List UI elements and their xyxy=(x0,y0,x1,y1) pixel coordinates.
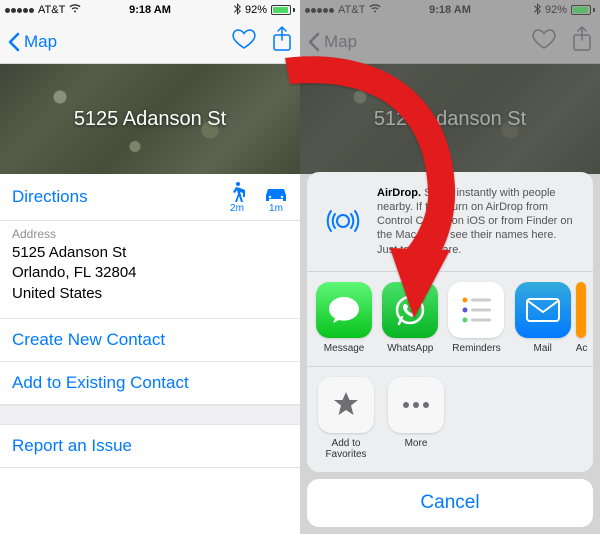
left-screen: AT&T 9:18 AM 92% Map xyxy=(0,0,300,534)
app-label: WhatsApp xyxy=(387,343,433,354)
address-line3: United States xyxy=(12,284,288,304)
share-sheet: AirDrop. Share instantly with people nea… xyxy=(307,172,593,527)
favorite-button[interactable] xyxy=(232,28,256,55)
battery-percent: 92% xyxy=(245,4,267,16)
right-screen: AT&T 9:18 AM 92% xyxy=(300,0,600,534)
drive-mode[interactable]: 1m xyxy=(264,187,288,214)
address-line1: 5125 Adanson St xyxy=(12,243,288,263)
car-icon xyxy=(264,187,288,203)
add-to-favorites[interactable]: Add to Favorites xyxy=(311,377,381,460)
cancel-button[interactable]: Cancel xyxy=(307,479,593,527)
heart-icon xyxy=(232,28,256,50)
walk-time: 2m xyxy=(230,203,244,214)
action-row: Directions 2m 1m xyxy=(0,174,300,221)
airdrop-icon xyxy=(321,199,365,243)
more-icon xyxy=(401,400,431,410)
share-action-row: Add to Favorites More xyxy=(307,367,593,472)
walk-mode[interactable]: 2m xyxy=(228,181,246,214)
airdrop-section[interactable]: AirDrop. Share instantly with people nea… xyxy=(307,172,593,272)
share-icon xyxy=(272,26,292,52)
share-button[interactable] xyxy=(272,26,292,57)
share-reminders[interactable]: Reminders xyxy=(443,282,509,354)
share-message[interactable]: Message xyxy=(311,282,377,354)
battery-icon xyxy=(271,5,295,15)
address-label: Address xyxy=(12,227,288,241)
chevron-left-icon xyxy=(8,32,20,52)
signal-dots-icon xyxy=(5,8,34,13)
app-label: Ac xyxy=(576,343,588,354)
reminders-icon xyxy=(456,290,496,330)
app-label: Message xyxy=(324,343,365,354)
action-label: More xyxy=(405,438,428,449)
share-mail[interactable]: Mail xyxy=(510,282,576,354)
drive-time: 1m xyxy=(269,203,283,214)
action-label: Add to Favorites xyxy=(311,438,381,460)
walk-icon xyxy=(228,181,246,203)
nav-bar: Map xyxy=(0,20,300,64)
address-title: 5125 Adanson St xyxy=(74,108,226,131)
back-button[interactable]: Map xyxy=(8,32,57,52)
airdrop-title: AirDrop. xyxy=(377,187,421,199)
message-icon xyxy=(327,295,361,325)
wifi-icon xyxy=(69,4,81,16)
back-label: Map xyxy=(24,32,57,52)
create-contact-button[interactable]: Create New Contact xyxy=(0,319,300,362)
status-time: 9:18 AM xyxy=(129,4,171,16)
mail-icon xyxy=(525,297,561,323)
whatsapp-icon xyxy=(393,293,427,327)
share-partial[interactable]: Ac xyxy=(576,282,589,354)
add-existing-contact-button[interactable]: Add to Existing Contact xyxy=(0,362,300,405)
section-gap xyxy=(0,405,300,425)
share-app-row: Message WhatsApp xyxy=(307,272,593,367)
carrier-label: AT&T xyxy=(38,4,65,16)
star-icon xyxy=(331,390,361,420)
map-header: 5125 Adanson St xyxy=(0,64,300,174)
address-line2: Orlando, FL 32804 xyxy=(12,263,288,283)
app-label: Reminders xyxy=(452,343,500,354)
directions-button[interactable]: Directions xyxy=(12,187,88,207)
address-section: Address 5125 Adanson St Orlando, FL 3280… xyxy=(0,221,300,319)
share-whatsapp[interactable]: WhatsApp xyxy=(377,282,443,354)
more-actions[interactable]: More xyxy=(381,377,451,460)
app-label: Mail xyxy=(533,343,551,354)
report-issue-button[interactable]: Report an Issue xyxy=(0,425,300,468)
bluetooth-icon xyxy=(234,3,241,18)
status-bar: AT&T 9:18 AM 92% xyxy=(0,0,300,20)
